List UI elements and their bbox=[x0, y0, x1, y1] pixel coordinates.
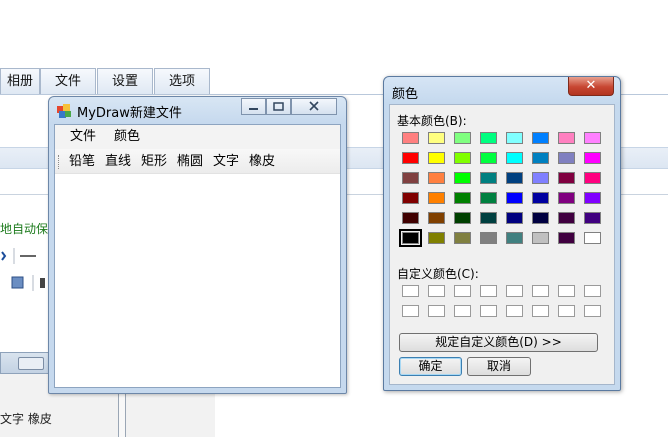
mydraw-window: MyDraw新建文件 文件 颜色 铅笔 直线 矩形 椭圆 文字 橡皮 bbox=[48, 96, 347, 394]
bg-lower-tool-labels: 文字 橡皮 bbox=[0, 412, 52, 426]
tool-rectangle[interactable]: 矩形 bbox=[141, 153, 167, 171]
custom-color-swatch[interactable] bbox=[584, 285, 601, 297]
menu-bar: 文件 颜色 bbox=[55, 125, 340, 149]
bg-tab-album[interactable]: 相册 bbox=[0, 68, 40, 94]
custom-color-swatch[interactable] bbox=[506, 305, 523, 317]
menu-file[interactable]: 文件 bbox=[70, 128, 96, 146]
tool-strip: 铅笔 直线 矩形 椭圆 文字 橡皮 bbox=[55, 149, 340, 174]
bg-tab-file[interactable]: 文件 bbox=[40, 68, 96, 94]
menu-color[interactable]: 颜色 bbox=[114, 128, 140, 146]
custom-color-swatch[interactable] bbox=[454, 285, 471, 297]
maximize-icon bbox=[273, 102, 284, 111]
custom-color-swatch[interactable] bbox=[480, 285, 497, 297]
bg-tab-settings[interactable]: 设置 bbox=[97, 68, 153, 94]
bg-tab-options[interactable]: 选项 bbox=[154, 68, 210, 94]
window-title: MyDraw新建文件 bbox=[77, 106, 182, 121]
mydraw-client-area: 文件 颜色 铅笔 直线 矩形 椭圆 文字 橡皮 bbox=[54, 124, 341, 388]
define-custom-colors-button[interactable]: 规定自定义颜色(D) >> bbox=[399, 333, 598, 352]
minimize-button[interactable] bbox=[241, 98, 266, 115]
dialog-close-button[interactable]: ✕ bbox=[568, 77, 614, 96]
custom-color-swatch[interactable] bbox=[480, 305, 497, 317]
custom-color-swatch[interactable] bbox=[454, 305, 471, 317]
ok-button[interactable]: 确定 bbox=[399, 357, 462, 376]
maximize-button[interactable] bbox=[266, 98, 291, 115]
cancel-button[interactable]: 取消 bbox=[467, 357, 531, 376]
custom-color-swatch[interactable] bbox=[506, 285, 523, 297]
close-icon bbox=[309, 101, 319, 111]
drawing-canvas[interactable] bbox=[55, 175, 340, 387]
custom-color-swatch[interactable] bbox=[428, 285, 445, 297]
custom-color-swatch[interactable] bbox=[584, 305, 601, 317]
custom-color-swatch[interactable] bbox=[402, 305, 419, 317]
bg-minimize-button[interactable] bbox=[18, 357, 44, 370]
tool-eraser[interactable]: 橡皮 bbox=[249, 153, 275, 171]
toolbar-grip[interactable] bbox=[58, 155, 60, 169]
custom-color-swatch[interactable] bbox=[402, 285, 419, 297]
app-icon bbox=[57, 104, 71, 118]
close-button[interactable] bbox=[291, 98, 337, 115]
custom-color-swatch[interactable] bbox=[532, 305, 549, 317]
custom-color-grid bbox=[390, 105, 614, 325]
close-icon: ✕ bbox=[585, 78, 597, 93]
tool-ellipse[interactable]: 椭圆 bbox=[177, 153, 203, 171]
minimize-icon bbox=[249, 108, 258, 110]
tool-text[interactable]: 文字 bbox=[213, 153, 239, 171]
tool-pencil[interactable]: 铅笔 bbox=[69, 153, 95, 171]
color-dialog: 颜色 ✕ 基本颜色(B): 自定义颜色(C): 规定自定义颜色(D) >> 确定… bbox=[383, 76, 621, 391]
custom-color-swatch[interactable] bbox=[428, 305, 445, 317]
custom-color-swatch[interactable] bbox=[558, 285, 575, 297]
custom-color-swatch[interactable] bbox=[532, 285, 549, 297]
custom-color-swatch[interactable] bbox=[558, 305, 575, 317]
dialog-title: 颜色 bbox=[392, 87, 419, 102]
dialog-client-area: 基本颜色(B): 自定义颜色(C): 规定自定义颜色(D) >> 确定 取消 bbox=[389, 104, 615, 385]
tool-line[interactable]: 直线 bbox=[105, 153, 131, 171]
